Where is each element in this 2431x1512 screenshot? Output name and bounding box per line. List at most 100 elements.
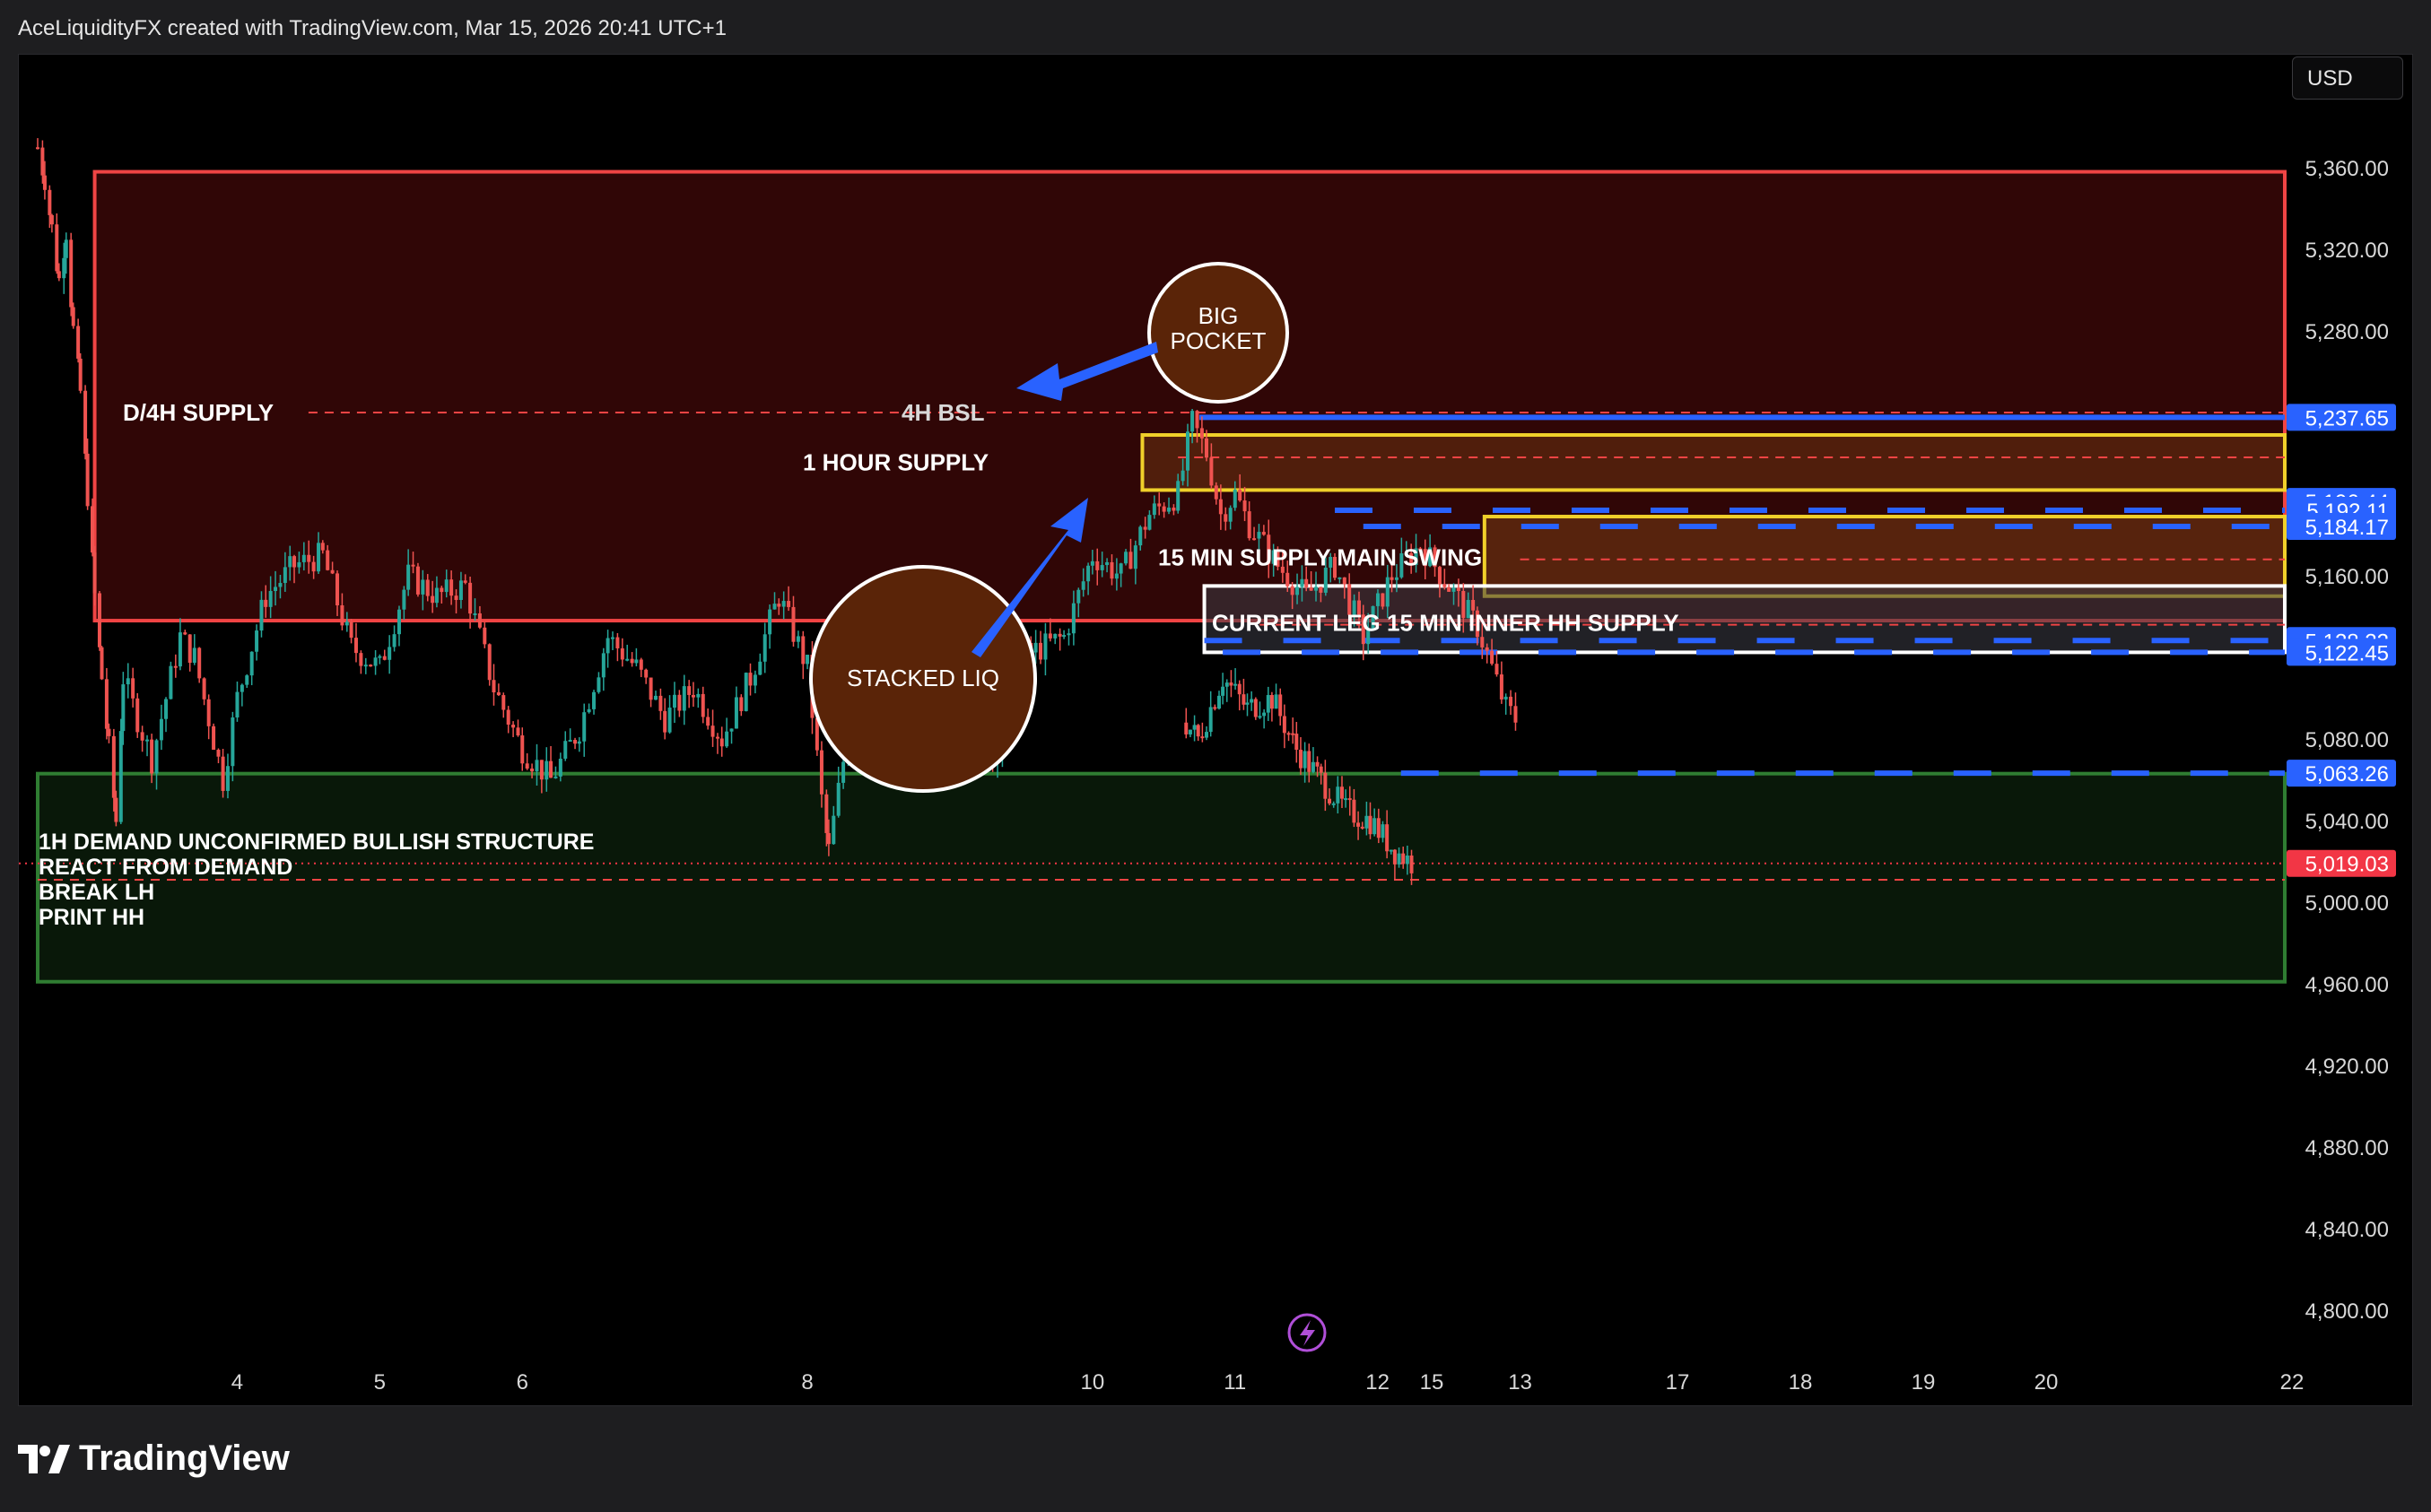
candle-body <box>48 189 52 215</box>
candle-body <box>801 636 806 665</box>
candle-body <box>1298 750 1303 769</box>
candle-body <box>1269 695 1274 709</box>
currency-selector[interactable]: USD <box>2292 56 2403 100</box>
candle-body <box>639 659 643 670</box>
candle-body <box>83 390 88 454</box>
candle-body <box>611 637 615 639</box>
tradingview-logo[interactable]: TradingView <box>18 1438 290 1479</box>
candle-body <box>1307 751 1311 772</box>
candle-body <box>1385 824 1390 852</box>
candle-body <box>1237 683 1242 695</box>
candle-body <box>1485 647 1489 651</box>
candle-body <box>1375 593 1380 606</box>
chart-panel[interactable]: D/4H SUPPLY 4H BSL 1 HOUR SUPPLY 15 MIN SUP… <box>18 54 2413 1406</box>
candle-body <box>511 725 516 728</box>
candle-body <box>483 627 487 645</box>
current-leg-label: CURRENT LEG 15 MIN INNER HH SUPPLY <box>1212 609 1679 636</box>
candle-body <box>317 543 321 572</box>
candle-body <box>1274 694 1278 709</box>
candle-body <box>1071 603 1076 634</box>
candle-body <box>1162 506 1166 512</box>
candle-body <box>164 699 169 719</box>
candle-body <box>1257 532 1261 539</box>
candle-body <box>104 679 109 729</box>
candle-body <box>1364 815 1369 829</box>
candle-body <box>221 756 225 791</box>
candle-body <box>1258 716 1262 718</box>
candle-body <box>335 573 340 605</box>
candle-body <box>1062 635 1067 638</box>
candle-body <box>1105 561 1110 566</box>
candle-body <box>1360 826 1364 829</box>
candle-body <box>268 590 273 607</box>
candle-body <box>691 694 695 698</box>
candle-body <box>719 738 724 747</box>
candle-body <box>1208 707 1213 733</box>
candle-body <box>1247 511 1251 539</box>
candle-body <box>1456 587 1460 591</box>
candle-body <box>1214 485 1218 500</box>
candle-body <box>545 760 549 780</box>
candle-body <box>1319 766 1323 773</box>
candle-body <box>231 717 235 767</box>
candle-body <box>216 750 221 757</box>
candle-body <box>516 727 520 736</box>
candle-body <box>1245 702 1250 705</box>
candle-body <box>777 604 781 607</box>
x-tick-label: 22 <box>2280 1370 2305 1395</box>
candle-body <box>1167 508 1172 512</box>
candle-body <box>1188 729 1192 734</box>
candle-body <box>1199 428 1204 439</box>
candle-body <box>710 726 715 737</box>
candle-body <box>1224 682 1229 687</box>
candle-body <box>1119 563 1123 574</box>
candle-body <box>1242 694 1246 705</box>
candle-body <box>1233 683 1238 686</box>
candle-body <box>42 175 47 190</box>
candle-body <box>1124 552 1128 564</box>
candle-body <box>121 684 126 732</box>
price-chart[interactable]: D/4H SUPPLY 4H BSL 1 HOUR SUPPLY 15 MIN SUP… <box>19 55 2412 1405</box>
candle-body <box>1138 526 1143 546</box>
candle-body <box>824 794 829 833</box>
candle-body <box>206 699 211 726</box>
candle-body <box>791 606 796 642</box>
candle-body <box>753 674 757 686</box>
candle-body <box>1086 565 1091 582</box>
candle-body <box>606 638 610 654</box>
candle-body <box>744 673 748 711</box>
candle-body <box>772 604 777 610</box>
x-tick-label: 12 <box>1365 1370 1390 1395</box>
candle-body <box>1128 552 1133 569</box>
candle-body <box>1503 696 1508 700</box>
candle-body <box>463 580 467 583</box>
candle-body <box>781 601 786 607</box>
candle-body <box>36 147 39 150</box>
candle-body <box>501 695 506 710</box>
candle-body <box>330 569 335 574</box>
candle-body <box>1499 674 1503 700</box>
candle-body <box>85 453 90 507</box>
candle-body <box>592 691 597 709</box>
candle-body <box>841 761 846 783</box>
candle-body <box>1397 853 1401 865</box>
candle-body <box>173 665 178 668</box>
demand-zone <box>36 771 2287 984</box>
x-tick-label: 11 <box>1224 1370 1246 1395</box>
candle-body <box>1394 577 1398 580</box>
candle-body <box>212 726 216 751</box>
candle-body <box>1314 587 1319 591</box>
candle-body <box>739 697 744 711</box>
x-tick-label: 4 <box>231 1370 243 1395</box>
x-tick-label: 6 <box>517 1370 528 1395</box>
candle-body <box>178 632 182 667</box>
candle-body <box>1192 725 1197 730</box>
y-tick-label: 4,800.00 <box>2305 1299 2389 1324</box>
candle-body <box>715 736 719 739</box>
candle-body <box>92 552 97 594</box>
candle-body <box>1250 699 1254 703</box>
tradingview-mark-icon <box>18 1444 70 1473</box>
candle-body <box>150 739 154 774</box>
candle-body <box>530 768 535 772</box>
candle-body <box>1376 818 1381 839</box>
